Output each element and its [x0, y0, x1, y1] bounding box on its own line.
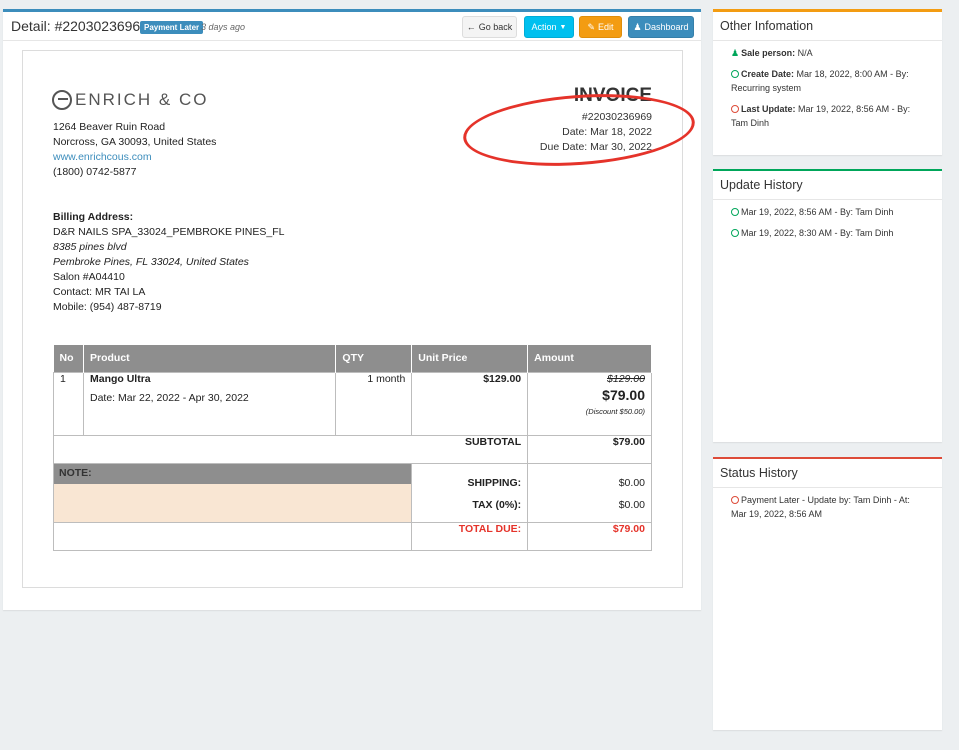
- billing-street: 8385 pines blvd: [53, 241, 127, 253]
- product-name: Mango Ultra: [89, 372, 151, 385]
- circle-green-icon: [731, 69, 739, 78]
- billing-name: D&R NAILS SPA_33024_PEMBROKE PINES_FL: [53, 226, 285, 238]
- discount-note: (Discount $50.00): [585, 406, 645, 416]
- item-unit-price: $129.00: [411, 371, 529, 436]
- subtotal-value: $79.00: [527, 434, 652, 464]
- column-header: Unit Price: [411, 345, 529, 372]
- billing-contact: Contact: MR TAI LA: [53, 286, 146, 298]
- column-header: No: [53, 345, 84, 372]
- item-no: 1: [53, 371, 84, 436]
- total-due-label: TOTAL DUE:: [411, 521, 529, 551]
- sale-person-item: ♟ Sale person: N/A: [731, 48, 813, 58]
- shipping-label: SHIPPING:: [467, 476, 522, 489]
- go-back-button[interactable]: ← Go back: [462, 16, 517, 38]
- discounted-amount: $79.00: [602, 386, 645, 403]
- user-icon: ♟: [731, 48, 740, 58]
- total-due-value: $79.00: [527, 521, 652, 551]
- circle-red-icon: [731, 104, 739, 113]
- caret-down-icon: ▼: [559, 23, 567, 31]
- circle-green-icon: [731, 228, 739, 237]
- other-info-panel: Other Infomation ♟ Sale person: N/A Creat…: [713, 9, 942, 155]
- edit-icon: ✎: [587, 21, 596, 32]
- note-cell: NOTE:: [52, 462, 413, 523]
- shipping-tax-values: $0.00 $0.00: [527, 462, 652, 523]
- shipping-value: $0.00: [618, 476, 645, 489]
- invoice-document: ENRICH & CO 1264 Beaver Ruin Road Norcro…: [22, 50, 698, 588]
- item-qty: 1 month: [335, 371, 413, 436]
- list-item: Payment Later - Update by: Tam Dinh - At…: [731, 495, 910, 519]
- update-history-panel: Update History Mar 19, 2022, 8:56 AM - B…: [713, 169, 942, 442]
- company-phone: (1800) 0742-5877: [53, 166, 137, 178]
- billing-mobile: Mobile: (954) 487-8719: [53, 301, 162, 313]
- company-address-1: 1264 Beaver Ruin Road: [53, 121, 166, 133]
- column-header: QTY: [335, 345, 413, 372]
- column-header: Amount: [527, 345, 652, 372]
- circle-green-icon: [731, 208, 739, 216]
- panel-header: Detail: #22030236969 Payment Later 3 day…: [3, 12, 701, 41]
- invoice-items-table: No Product QTY Unit Price Amount 1 Mango…: [52, 345, 652, 551]
- arrow-left-icon: ←: [466, 22, 476, 32]
- subtotal-row: SUBTOTAL $79.00: [52, 434, 652, 464]
- status-history-title: Status History: [713, 459, 942, 488]
- total-row: TOTAL DUE: $79.00: [52, 521, 652, 551]
- page-title: Detail: #22030236969: [11, 18, 149, 34]
- shipping-tax-row: NOTE: SHIPPING: TAX (0%): $0.00 $0.00: [52, 462, 652, 523]
- note-content: [54, 483, 412, 522]
- dashboard-button[interactable]: ♟ Dashboard: [628, 16, 694, 38]
- company-logo: ENRICH & CO: [52, 90, 208, 110]
- list-item: Mar 19, 2022, 8:56 AM - By: Tam Dinh: [731, 206, 924, 220]
- item-amount-cell: $129.00 $79.00 (Discount $50.00): [527, 371, 652, 436]
- subtotal-label: SUBTOTAL: [52, 434, 529, 464]
- edit-button[interactable]: ✎ Edit: [579, 16, 622, 38]
- circle-red-icon: [731, 496, 739, 504]
- total-spacer: [52, 521, 413, 551]
- tax-value: $0.00: [618, 498, 645, 511]
- user-icon: ♟: [633, 21, 642, 32]
- status-history-body: Payment Later - Update by: Tam Dinh - At…: [713, 488, 942, 535]
- other-info-body: ♟ Sale person: N/A Create Date: Mar 18, 2…: [713, 41, 942, 144]
- original-amount: $129.00: [607, 372, 645, 385]
- status-history-panel: Status History Payment Later - Update by…: [713, 457, 942, 730]
- logo-mark-icon: [52, 90, 72, 110]
- other-info-title: Other Infomation: [713, 12, 942, 41]
- table-header-row: No Product QTY Unit Price Amount: [53, 345, 652, 372]
- status-badge: Payment Later: [140, 21, 204, 34]
- update-history-title: Update History: [713, 171, 942, 200]
- list-item: Mar 19, 2022, 8:30 AM - By: Tam Dinh: [731, 227, 924, 241]
- action-dropdown-button[interactable]: Action ▼: [524, 16, 574, 38]
- tax-label: TAX (0%):: [472, 498, 522, 511]
- table-row: 1 Mango Ultra Date: Mar 22, 2022 - Apr 3…: [53, 371, 652, 436]
- shipping-tax-labels: SHIPPING: TAX (0%):: [411, 462, 529, 523]
- update-history-body: Mar 19, 2022, 8:56 AM - By: Tam Dinh Mar…: [713, 200, 942, 254]
- item-product-cell: Mango Ultra Date: Mar 22, 2022 - Apr 30,…: [82, 371, 337, 436]
- billing-heading: Billing Address:: [53, 211, 134, 223]
- company-address-2: Norcross, GA 30093, United States: [53, 136, 217, 148]
- create-date-item: Create Date: Mar 18, 2022, 8:00 AM - By:…: [731, 68, 909, 93]
- billing-salon: Salon #A04410: [53, 271, 125, 283]
- last-update-item: Last Update: Mar 19, 2022, 8:56 AM - By:…: [731, 103, 911, 128]
- column-header: Product: [83, 345, 337, 372]
- time-ago: 3 days ago: [201, 22, 246, 32]
- billing-city: Pembroke Pines, FL 33024, United States: [53, 256, 249, 268]
- company-website-link[interactable]: www.enrichcous.com: [53, 151, 152, 163]
- invoice-detail-panel: Detail: #22030236969 Payment Later 3 day…: [3, 9, 701, 610]
- note-label: NOTE:: [54, 463, 412, 484]
- product-period: Date: Mar 22, 2022 - Apr 30, 2022: [89, 391, 249, 404]
- red-circle-annotation: [460, 86, 698, 174]
